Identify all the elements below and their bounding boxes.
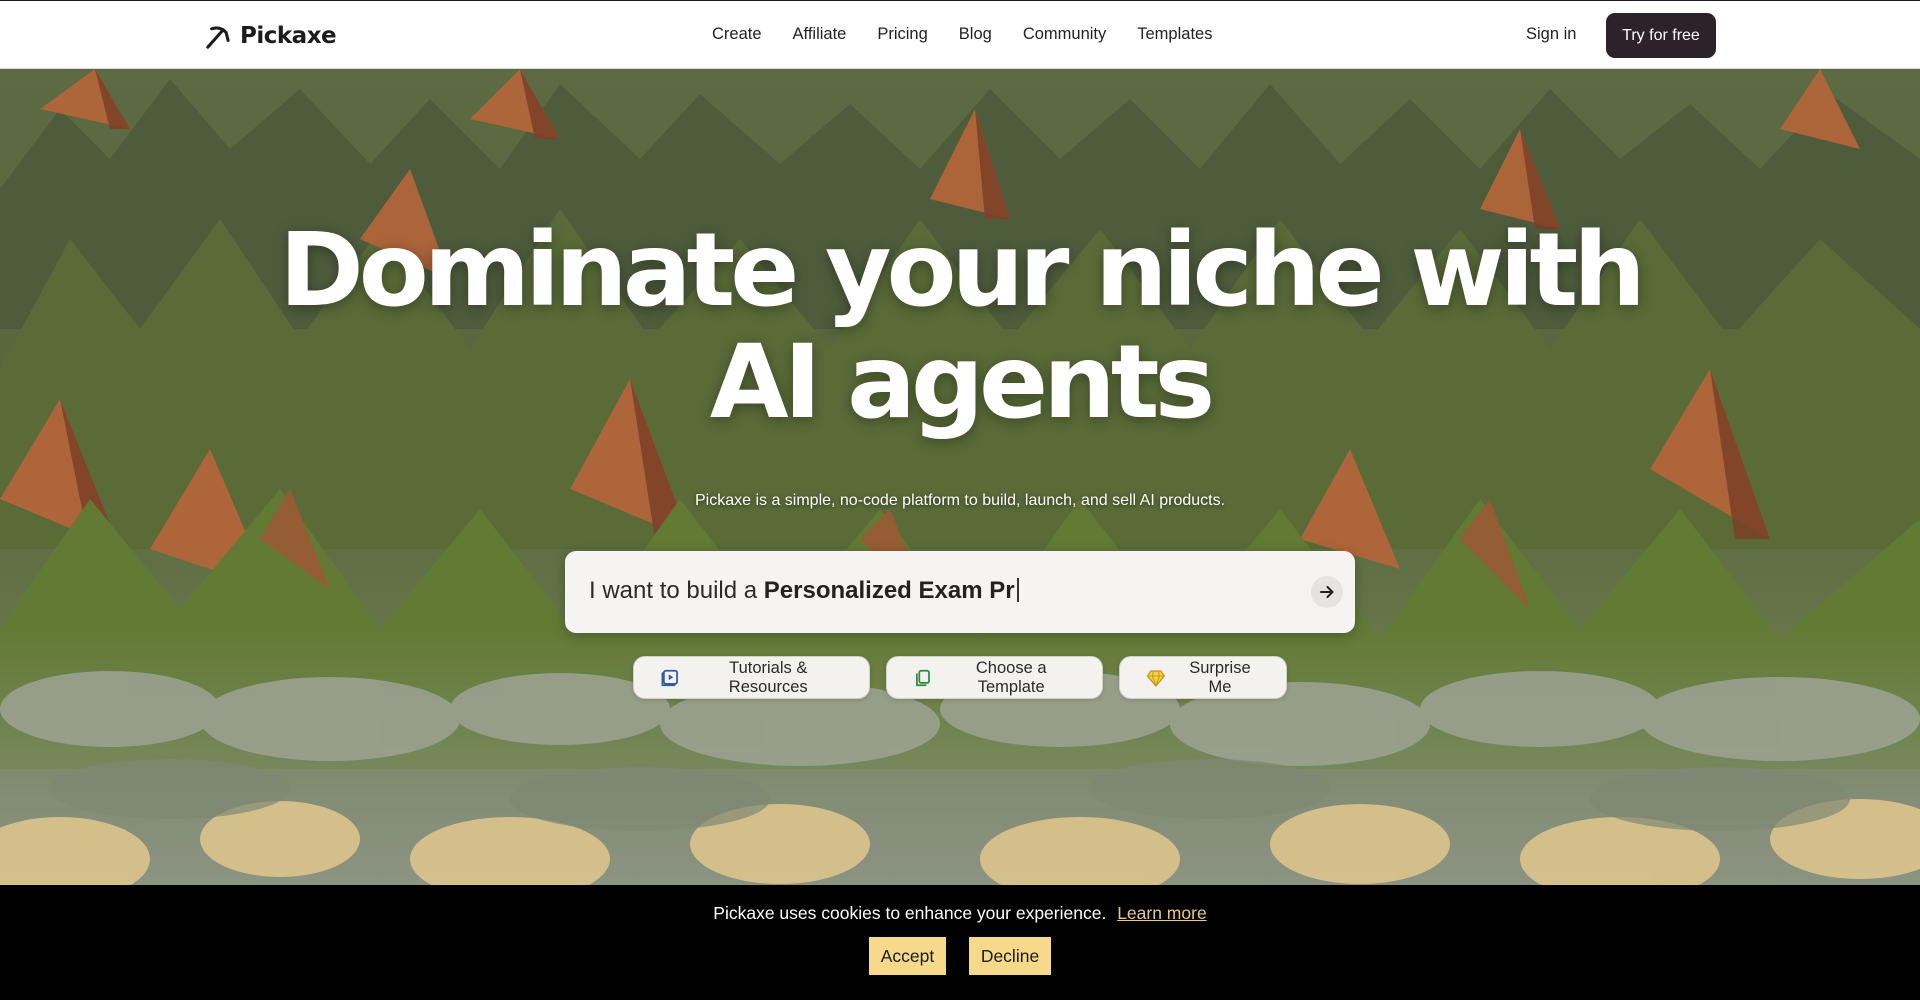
try-for-free-button[interactable]: Try for free: [1606, 13, 1716, 58]
copy-icon: [916, 669, 930, 686]
surprise-me-button[interactable]: Surprise Me: [1119, 656, 1287, 699]
hero-headline: Dominate your niche with AI agents: [0, 215, 1920, 439]
nav-item-community[interactable]: Community: [1023, 25, 1106, 44]
tutorials-resources-button[interactable]: Tutorials & Resources: [633, 656, 870, 699]
top-navigation-bar: Pickaxe Create Affiliate Pricing Blog Co…: [0, 0, 1920, 69]
cookie-consent-banner: Pickaxe uses cookies to enhance your exp…: [0, 885, 1920, 1000]
diamond-icon: [1146, 669, 1166, 687]
play-video-icon: [661, 669, 678, 686]
hero-headline-line2: AI agents: [709, 323, 1216, 442]
choose-template-button[interactable]: Choose a Template: [886, 656, 1103, 699]
surprise-me-label: Surprise Me: [1189, 658, 1251, 696]
sign-in-link[interactable]: Sign in: [1526, 25, 1576, 44]
main-nav: Create Affiliate Pricing Blog Community …: [712, 25, 1212, 44]
pickaxe-arrow-icon: [206, 25, 230, 49]
nav-item-templates[interactable]: Templates: [1137, 25, 1212, 44]
prompt-typed-value: Personalized Exam Pr: [763, 577, 1015, 604]
brand-name: Pickaxe: [240, 23, 337, 49]
brand-logo-link[interactable]: Pickaxe: [203, 22, 337, 50]
arrow-right-icon: [1320, 586, 1334, 598]
hero-headline-line1: Dominate your niche with: [279, 211, 1646, 330]
submit-prompt-button[interactable]: [1311, 576, 1343, 608]
nav-item-affiliate[interactable]: Affiliate: [793, 25, 847, 44]
cookie-message-text: Pickaxe uses cookies to enhance your exp…: [713, 903, 1107, 923]
cookie-learn-more-link[interactable]: Learn more: [1117, 903, 1207, 923]
choose-template-label: Choose a Template: [975, 658, 1047, 696]
accept-cookies-button[interactable]: Accept: [869, 937, 946, 975]
hero-subtitle: Pickaxe is a simple, no-code platform to…: [694, 492, 1226, 509]
nav-item-blog[interactable]: Blog: [959, 25, 992, 44]
cookie-message: Pickaxe uses cookies to enhance your exp…: [0, 903, 1920, 924]
prompt-text: I want to build a Personalized Exam Pr: [589, 577, 1019, 605]
text-caret: [1016, 578, 1019, 602]
tutorials-resources-label: Tutorials & Resources: [728, 658, 808, 696]
build-prompt-input[interactable]: I want to build a Personalized Exam Pr: [565, 551, 1355, 633]
nav-item-pricing[interactable]: Pricing: [877, 25, 927, 44]
mountain-landscape-illustration: [0, 69, 1920, 885]
prompt-prefix: I want to build a: [589, 577, 764, 604]
decline-cookies-button[interactable]: Decline: [969, 937, 1051, 975]
nav-item-create[interactable]: Create: [712, 25, 762, 44]
hero-section: Dominate your niche with AI agents Picka…: [0, 69, 1920, 885]
